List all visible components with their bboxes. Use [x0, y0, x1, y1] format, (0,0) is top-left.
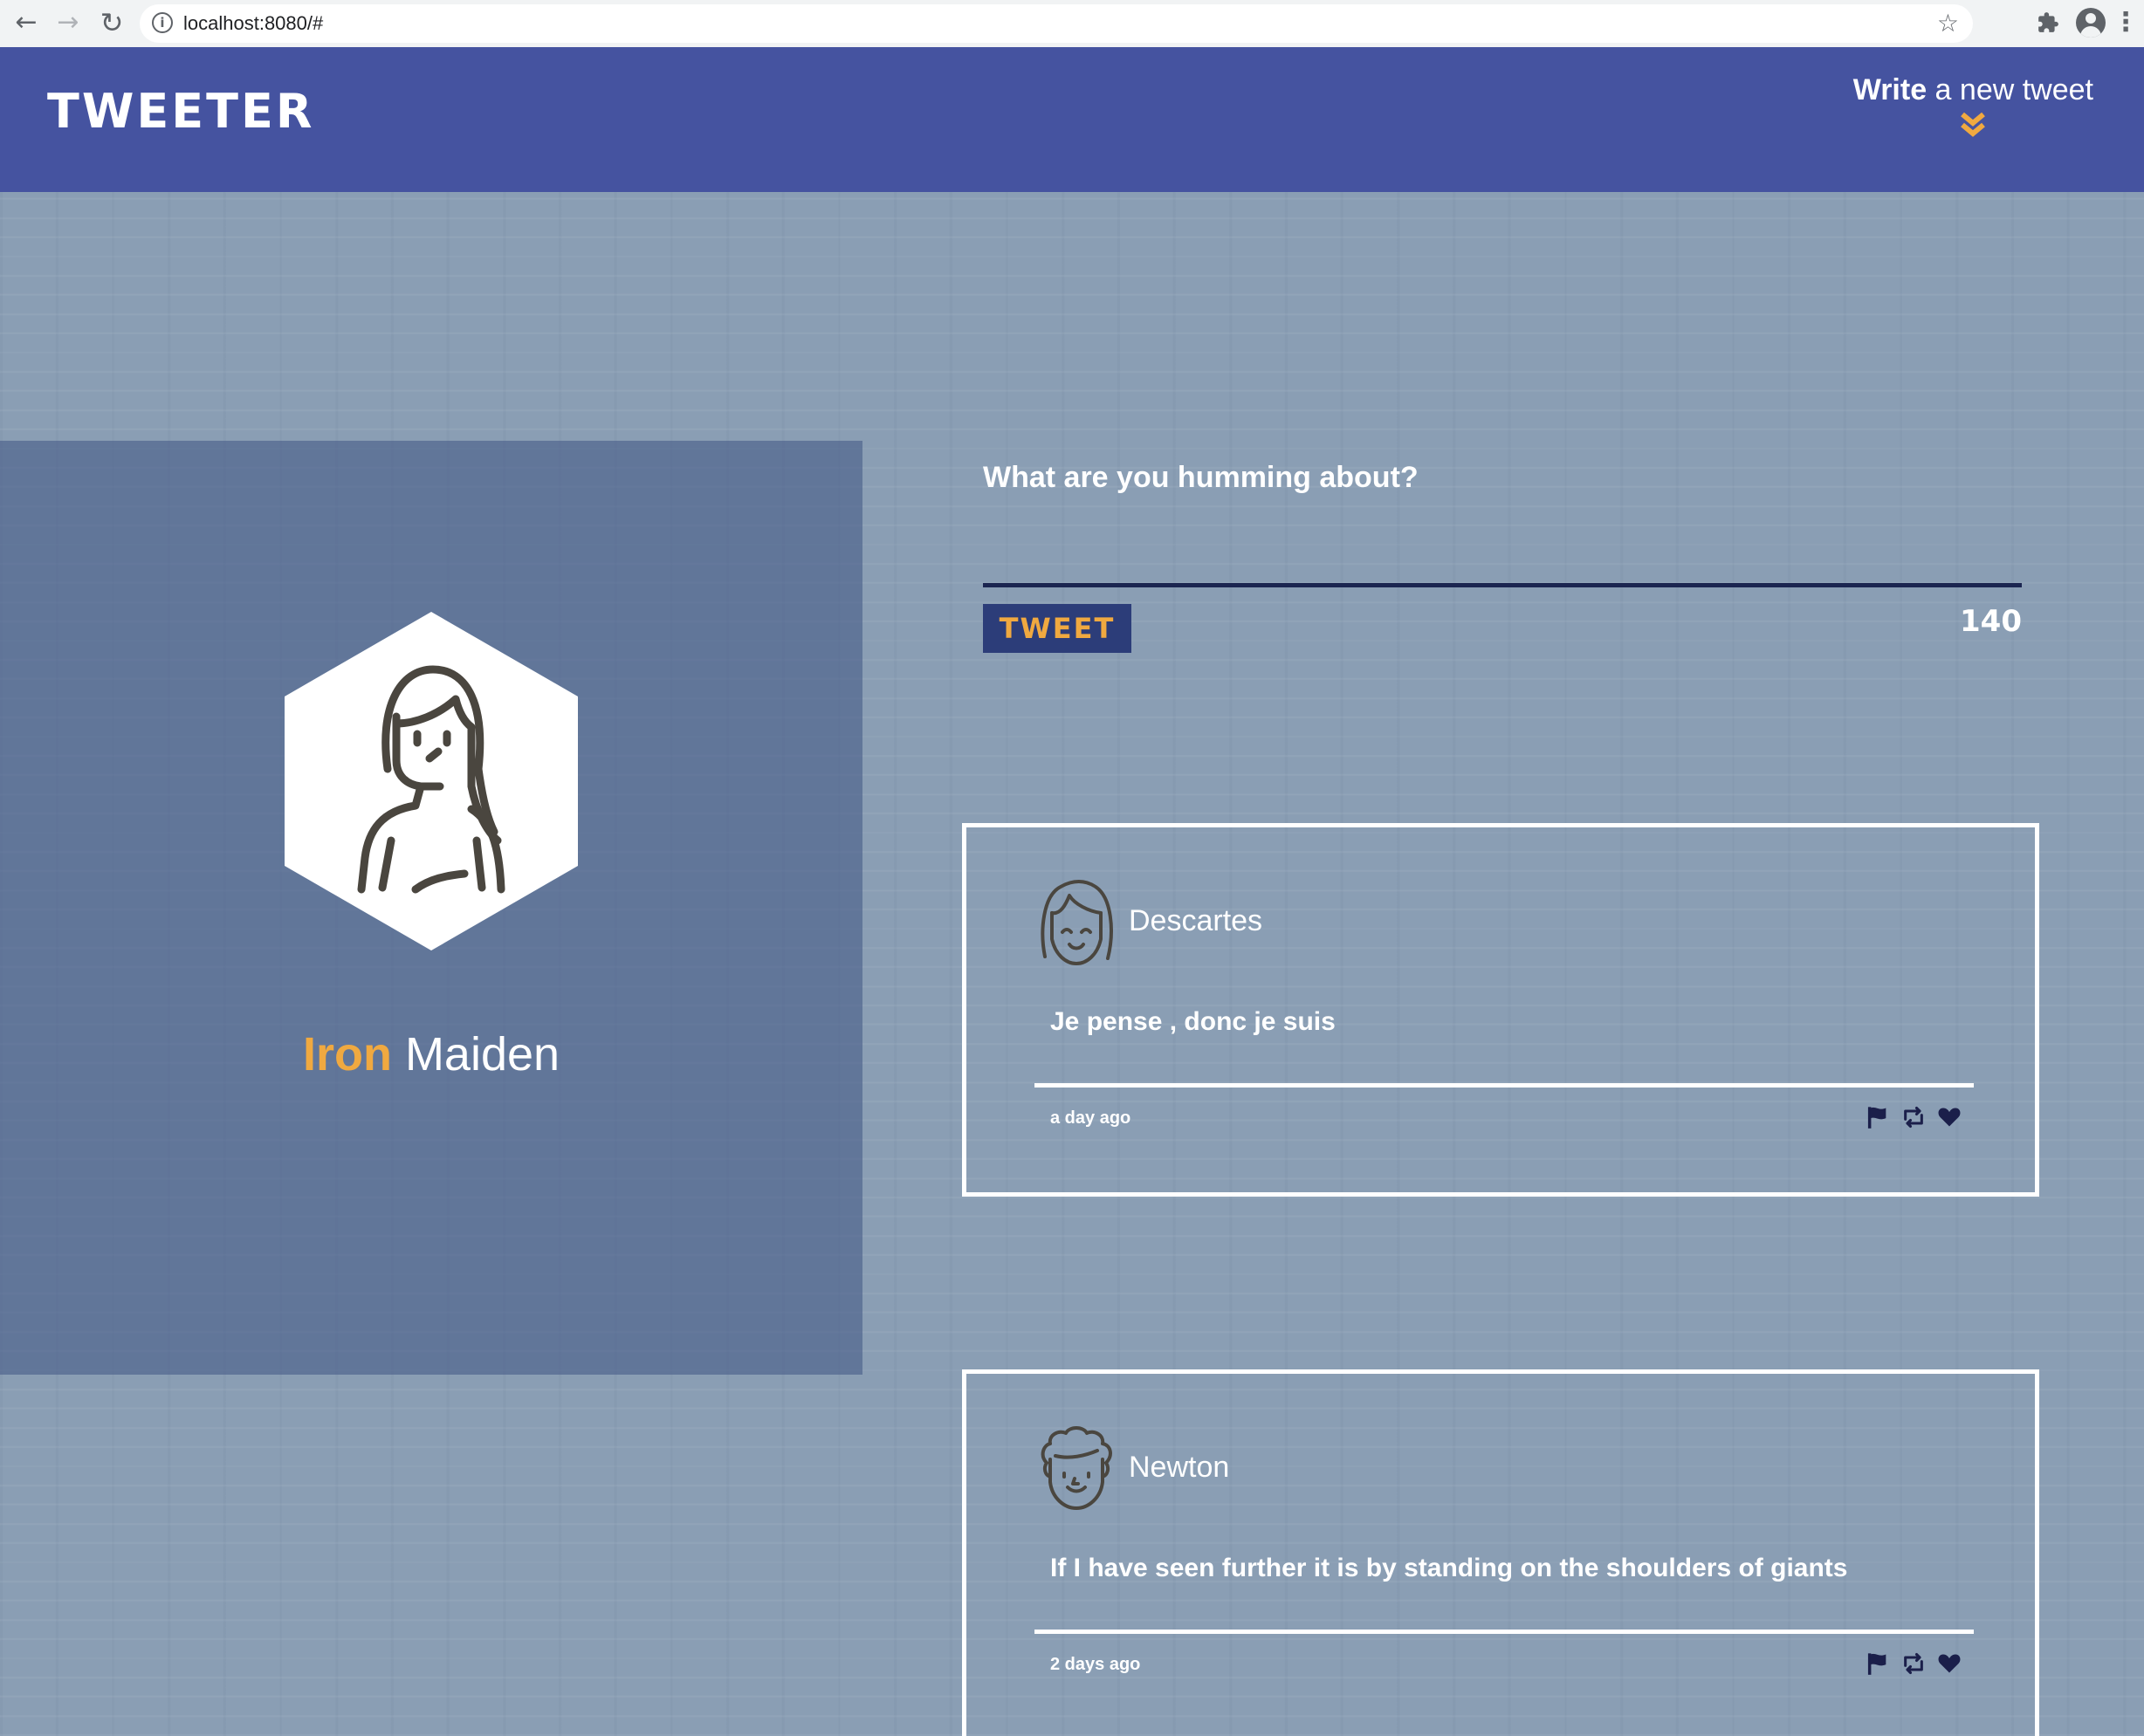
write-tweet-label-rest: a new tweet: [1927, 73, 2093, 106]
write-tweet-toggle[interactable]: Write a new tweet: [1853, 73, 2093, 139]
info-icon[interactable]: i: [152, 12, 173, 33]
app-logo[interactable]: TWEETER: [47, 84, 314, 139]
tweet-submit-button[interactable]: TWEET: [983, 604, 1131, 653]
woman-avatar-icon: [285, 612, 578, 950]
user-last-name: Maiden: [404, 1028, 560, 1081]
tweet-actions: [1859, 1105, 1962, 1131]
profile-icon[interactable]: [2076, 8, 2106, 38]
write-tweet-label-bold: Write: [1852, 73, 1928, 106]
tweet-card: Newton If I have seen further it is by s…: [962, 1369, 2039, 1736]
tweet-timestamp: a day ago: [1050, 1108, 1131, 1128]
curly-hair-avatar-icon: [1041, 1426, 1112, 1510]
tweet-card: Descartes Je pense , donc je suis a day …: [962, 823, 2039, 1197]
url-text[interactable]: localhost:8080/#: [183, 4, 323, 43]
tweet-divider: [1034, 1630, 1974, 1634]
back-arrow-icon[interactable]: ←: [9, 5, 44, 40]
tweet-timestamp: 2 days ago: [1050, 1655, 1141, 1674]
browser-toolbar: ← → ↻ i localhost:8080/# ☆ ⋮: [0, 0, 2144, 48]
char-counter: 140: [1960, 604, 2022, 639]
compose-tweet-form: What are you humming about? TWEET 140: [983, 454, 2022, 653]
flag-icon[interactable]: [1866, 1105, 1890, 1129]
flag-icon[interactable]: [1866, 1651, 1890, 1676]
bookmark-star-icon[interactable]: ☆: [1937, 4, 1959, 43]
forward-arrow-icon[interactable]: →: [51, 5, 86, 40]
tweet-textarea[interactable]: [983, 520, 2022, 587]
app-header: TWEETER Write a new tweet: [0, 47, 2144, 192]
user-display-name: Iron Maiden: [0, 1027, 862, 1081]
reload-icon[interactable]: ↻: [94, 5, 129, 40]
profile-panel: Iron Maiden: [0, 441, 862, 1375]
kebab-menu-icon[interactable]: ⋮: [2113, 5, 2139, 40]
tweet-author: Newton: [1129, 1451, 1230, 1484]
tweet-content: If I have seen further it is by standing…: [1050, 1554, 1848, 1582]
girl-avatar-icon: [1041, 880, 1113, 965]
retweet-icon[interactable]: [1901, 1105, 1926, 1129]
write-tweet-label[interactable]: Write a new tweet: [1853, 73, 2093, 107]
extensions-icon[interactable]: [2031, 5, 2065, 40]
heart-icon[interactable]: [1937, 1105, 1962, 1129]
heart-icon[interactable]: [1937, 1651, 1962, 1676]
tweet-actions: [1859, 1651, 1962, 1678]
double-chevron-down-icon[interactable]: [1955, 111, 1990, 139]
address-bar[interactable]: i localhost:8080/# ☆: [140, 4, 1973, 43]
retweet-icon[interactable]: [1901, 1651, 1926, 1676]
tweet-content: Je pense , donc je suis: [1050, 1007, 1336, 1036]
tweet-author: Descartes: [1129, 904, 1263, 937]
tweet-divider: [1034, 1083, 1974, 1088]
user-first-name: Iron: [302, 1028, 392, 1081]
compose-prompt-label: What are you humming about?: [983, 461, 1419, 494]
